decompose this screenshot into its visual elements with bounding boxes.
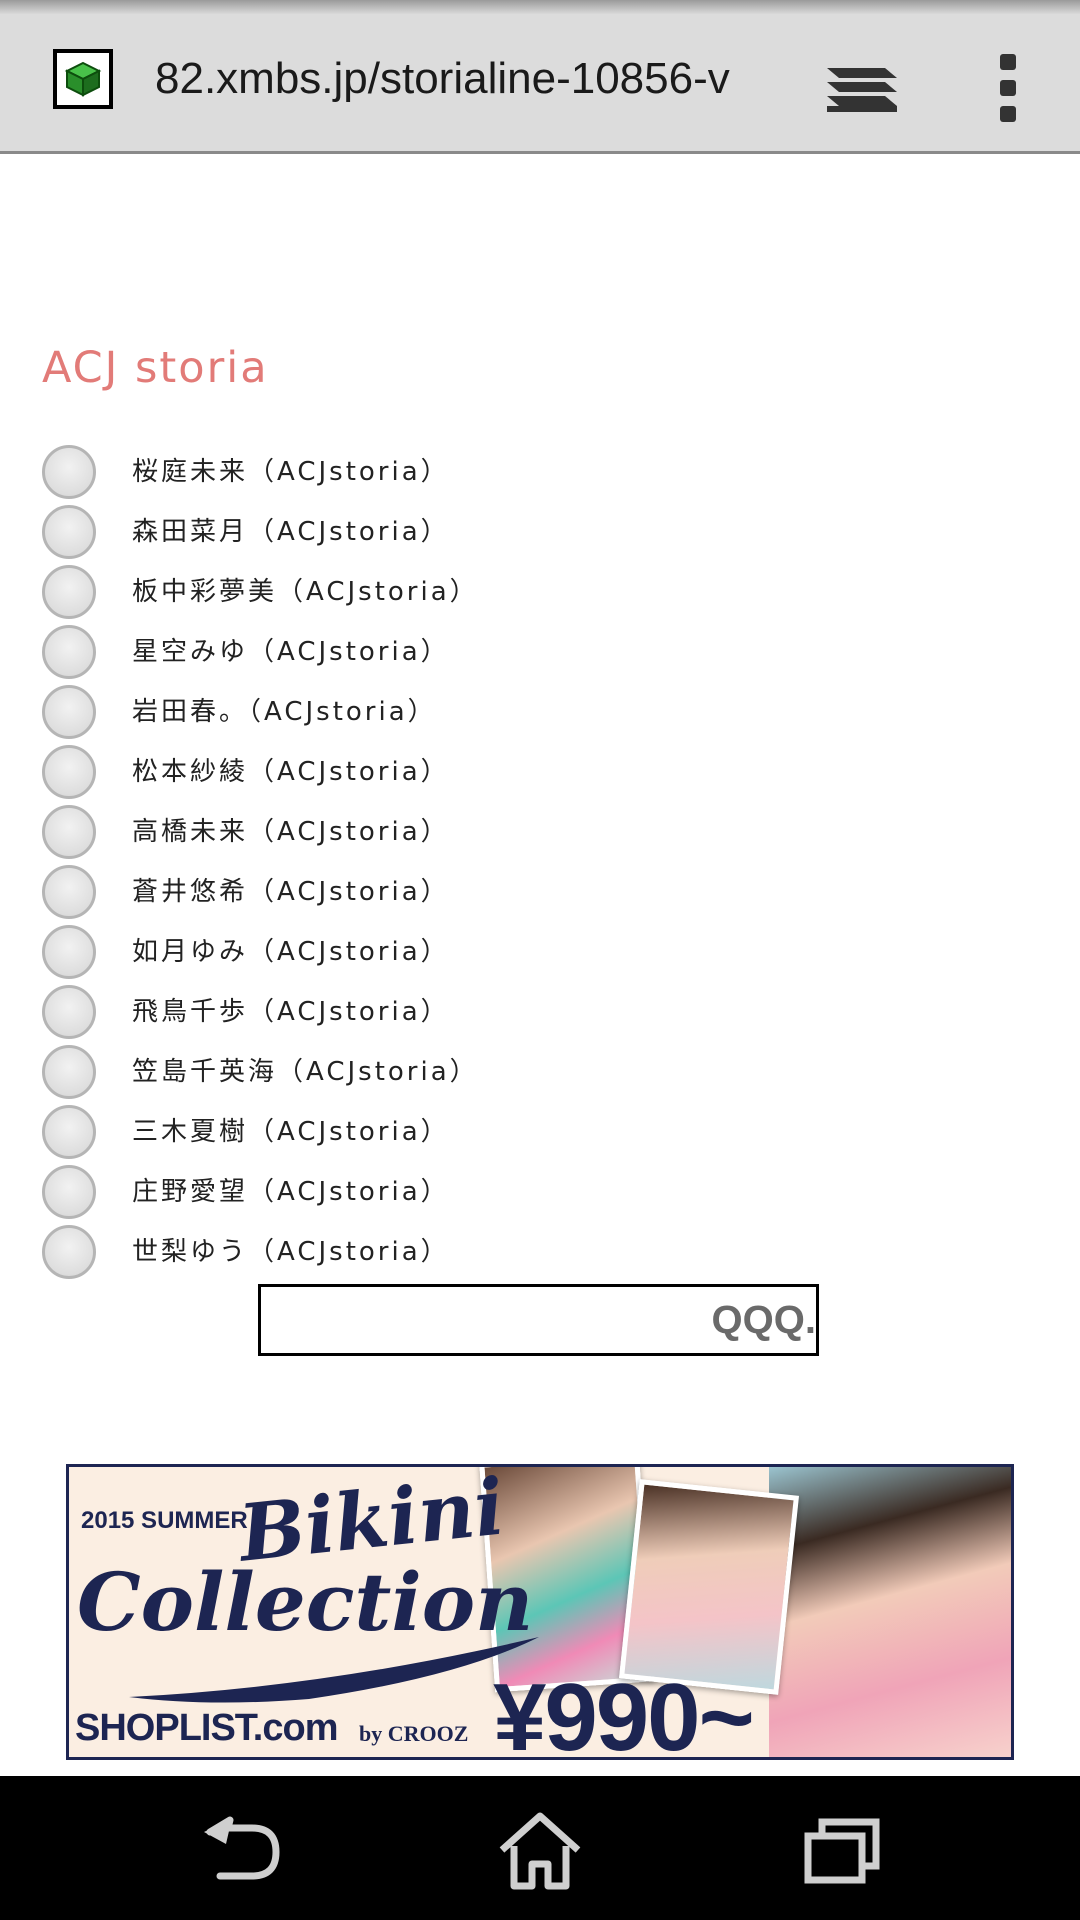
radio-button[interactable] (42, 505, 96, 559)
option-label[interactable]: 笠島千英海（ACJstoria） (132, 1042, 479, 1102)
radio-button[interactable] (42, 745, 96, 799)
option-label[interactable]: 岩田春。（ACJstoria） (132, 682, 437, 742)
search-input[interactable] (269, 1293, 713, 1349)
recent-apps-icon[interactable] (790, 1810, 890, 1890)
option-label[interactable]: 庄野愛望（ACJstoria） (132, 1162, 450, 1222)
list-item[interactable]: 庄野愛望（ACJstoria） (0, 1162, 1080, 1222)
list-item[interactable]: 笠島千英海（ACJstoria） (0, 1042, 1080, 1102)
list-item[interactable]: 三木夏樹（ACJstoria） (0, 1102, 1080, 1162)
option-label[interactable]: 板中彩夢美（ACJstoria） (132, 562, 479, 622)
option-label[interactable]: 星空みゆ（ACJstoria） (132, 622, 450, 682)
radio-button[interactable] (42, 865, 96, 919)
list-item[interactable]: 森田菜月（ACJstoria） (0, 502, 1080, 562)
status-shadow (0, 0, 1080, 14)
radio-button[interactable] (42, 625, 96, 679)
list-item[interactable]: 如月ゆみ（ACJstoria） (0, 922, 1080, 982)
banner-title: Collection (77, 1555, 534, 1649)
option-label[interactable]: 如月ゆみ（ACJstoria） (132, 922, 450, 982)
url-field[interactable]: 82.xmbs.jp/storialine-10856-v (155, 50, 775, 108)
radio-button[interactable] (42, 925, 96, 979)
option-label[interactable]: 森田菜月（ACJstoria） (132, 502, 450, 562)
back-arrow-icon[interactable] (190, 1810, 290, 1890)
model-photo (769, 1467, 1011, 1757)
home-icon[interactable] (490, 1810, 590, 1890)
list-item[interactable]: 世梨ゆう（ACJstoria） (0, 1222, 1080, 1282)
list-item[interactable]: 板中彩夢美（ACJstoria） (0, 562, 1080, 622)
overflow-menu-icon[interactable] (990, 48, 1026, 128)
list-item[interactable]: 飛鳥千歩（ACJstoria） (0, 982, 1080, 1042)
radio-button[interactable] (42, 565, 96, 619)
banner-brand: SHOPLIST.com (75, 1707, 338, 1749)
search-form: QQQ. (258, 1284, 819, 1356)
option-label[interactable]: 高橋未来（ACJstoria） (132, 802, 450, 862)
option-label[interactable]: 蒼井悠希（ACJstoria） (132, 862, 450, 922)
radio-button[interactable] (42, 1225, 96, 1279)
banner-price: ¥990~ (493, 1664, 755, 1760)
site-favicon-icon (53, 49, 113, 109)
option-label[interactable]: 松本紗綾（ACJstoria） (132, 742, 450, 802)
system-nav-bar (0, 1776, 1080, 1920)
option-label[interactable]: 桜庭未来（ACJstoria） (132, 442, 450, 502)
banner-by: by CROOZ (359, 1721, 469, 1746)
radio-button[interactable] (42, 1165, 96, 1219)
list-item[interactable]: 桜庭未来（ACJstoria） (0, 442, 1080, 502)
radio-button[interactable] (42, 1045, 96, 1099)
banner-subtitle: 2015 SUMMER (81, 1507, 248, 1534)
browser-toolbar: 82.xmbs.jp/storialine-10856-v (0, 14, 1080, 154)
list-item[interactable]: 蒼井悠希（ACJstoria） (0, 862, 1080, 922)
ad-banner[interactable]: 2015 SUMMER Bikini Collection SHOPLIST.c… (66, 1464, 1014, 1760)
radio-button[interactable] (42, 985, 96, 1039)
swoosh-decoration (129, 1637, 539, 1703)
list-item[interactable]: 松本紗綾（ACJstoria） (0, 742, 1080, 802)
radio-button[interactable] (42, 805, 96, 859)
search-button[interactable]: QQQ. (712, 1287, 816, 1353)
radio-button[interactable] (42, 445, 96, 499)
option-label[interactable]: 飛鳥千歩（ACJstoria） (132, 982, 450, 1042)
option-label[interactable]: 三木夏樹（ACJstoria） (132, 1102, 450, 1162)
list-item[interactable]: 岩田春。（ACJstoria） (0, 682, 1080, 742)
list-item[interactable]: 星空みゆ（ACJstoria） (0, 622, 1080, 682)
list-item[interactable]: 高橋未来（ACJstoria） (0, 802, 1080, 862)
radio-button[interactable] (42, 685, 96, 739)
radio-button[interactable] (42, 1105, 96, 1159)
option-label[interactable]: 世梨ゆう（ACJstoria） (132, 1222, 450, 1282)
page-title: ACJ storia (42, 343, 269, 393)
tabs-stack-icon[interactable] (823, 58, 903, 118)
